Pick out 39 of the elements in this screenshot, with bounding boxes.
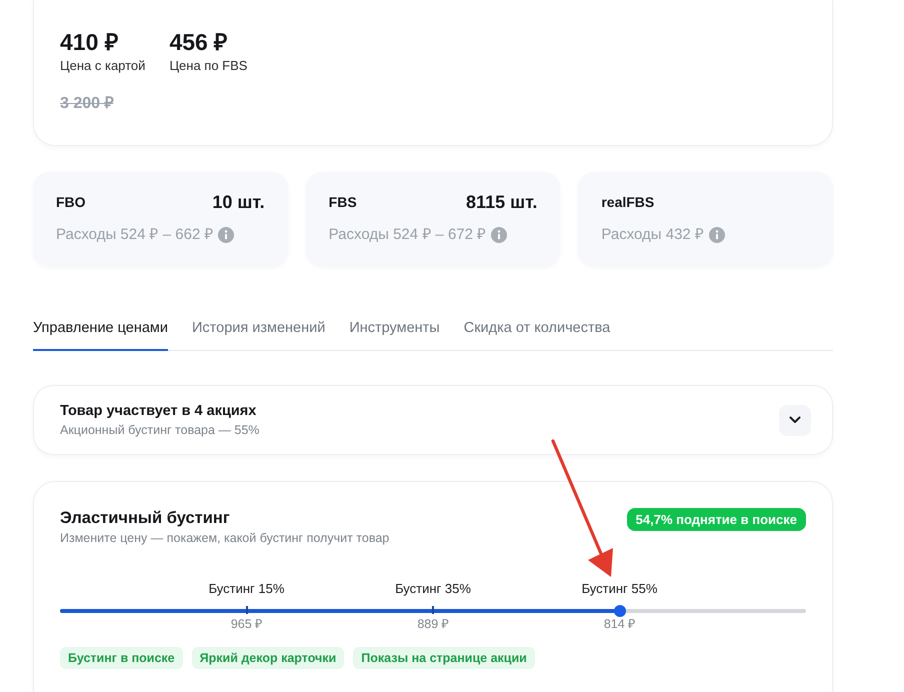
tick-mark: [432, 606, 434, 614]
scheme-name: realFBS: [601, 194, 654, 210]
feature-tag: Бустинг в поиске: [60, 647, 183, 669]
price-label: Цена по FBS: [169, 58, 248, 74]
stop-price: 965 ₽: [230, 617, 262, 631]
price-label: Цена с картой: [60, 58, 146, 74]
price-value: 410 ₽: [60, 30, 119, 54]
expand-button[interactable]: [779, 404, 811, 436]
tick-mark: [246, 606, 248, 614]
info-icon[interactable]: [708, 227, 725, 243]
price-value: 456 ₽: [169, 30, 228, 54]
expenses-text: Расходы 524 ₽ – 662 ₽: [56, 225, 214, 245]
scheme-name: FBO: [56, 194, 86, 210]
stock-count: 10 шт.: [212, 192, 265, 212]
boosting-subtitle: Измените цену — покажем, какой бустинг получит товар: [60, 530, 390, 546]
promotions-title: Товар участвует в 4 акциях: [60, 402, 258, 420]
stop-price: 889 ₽: [417, 617, 449, 631]
expenses-text: Расходы 432 ₽: [601, 225, 704, 245]
boost-level-label: Бустинг 55%: [582, 580, 658, 598]
feature-tag: Показы на странице акции: [353, 647, 535, 669]
stock-count: 8115 шт.: [466, 192, 538, 212]
info-icon[interactable]: [491, 227, 508, 243]
chevron-icon: [789, 416, 801, 424]
tab[interactable]: Скидка от количества: [464, 318, 610, 351]
boosting-title: Эластичный бустинг: [60, 508, 231, 528]
slider-thumb[interactable]: [614, 605, 626, 617]
info-icon[interactable]: [218, 227, 234, 243]
boost-level-label: Бустинг 35%: [395, 580, 471, 598]
expenses-text: Расходы 524 ₽ – 672 ₽: [328, 225, 486, 245]
scheme-name: FBS: [328, 194, 357, 210]
promotions-subtitle: Акционный бустинг товара — 55%: [60, 422, 260, 438]
search-boost-badge: 54,7% поднятие в поиске: [626, 508, 806, 531]
tab[interactable]: Инструменты: [349, 318, 440, 351]
boost-level-label: Бустинг 15%: [208, 580, 284, 598]
old-price: 3 200 ₽: [60, 95, 114, 113]
tab[interactable]: История изменений: [192, 318, 326, 351]
feature-tag: Яркий декор карточки: [192, 647, 344, 669]
tab[interactable]: Управление ценами: [33, 318, 168, 351]
stop-price: 814 ₽: [604, 617, 636, 631]
